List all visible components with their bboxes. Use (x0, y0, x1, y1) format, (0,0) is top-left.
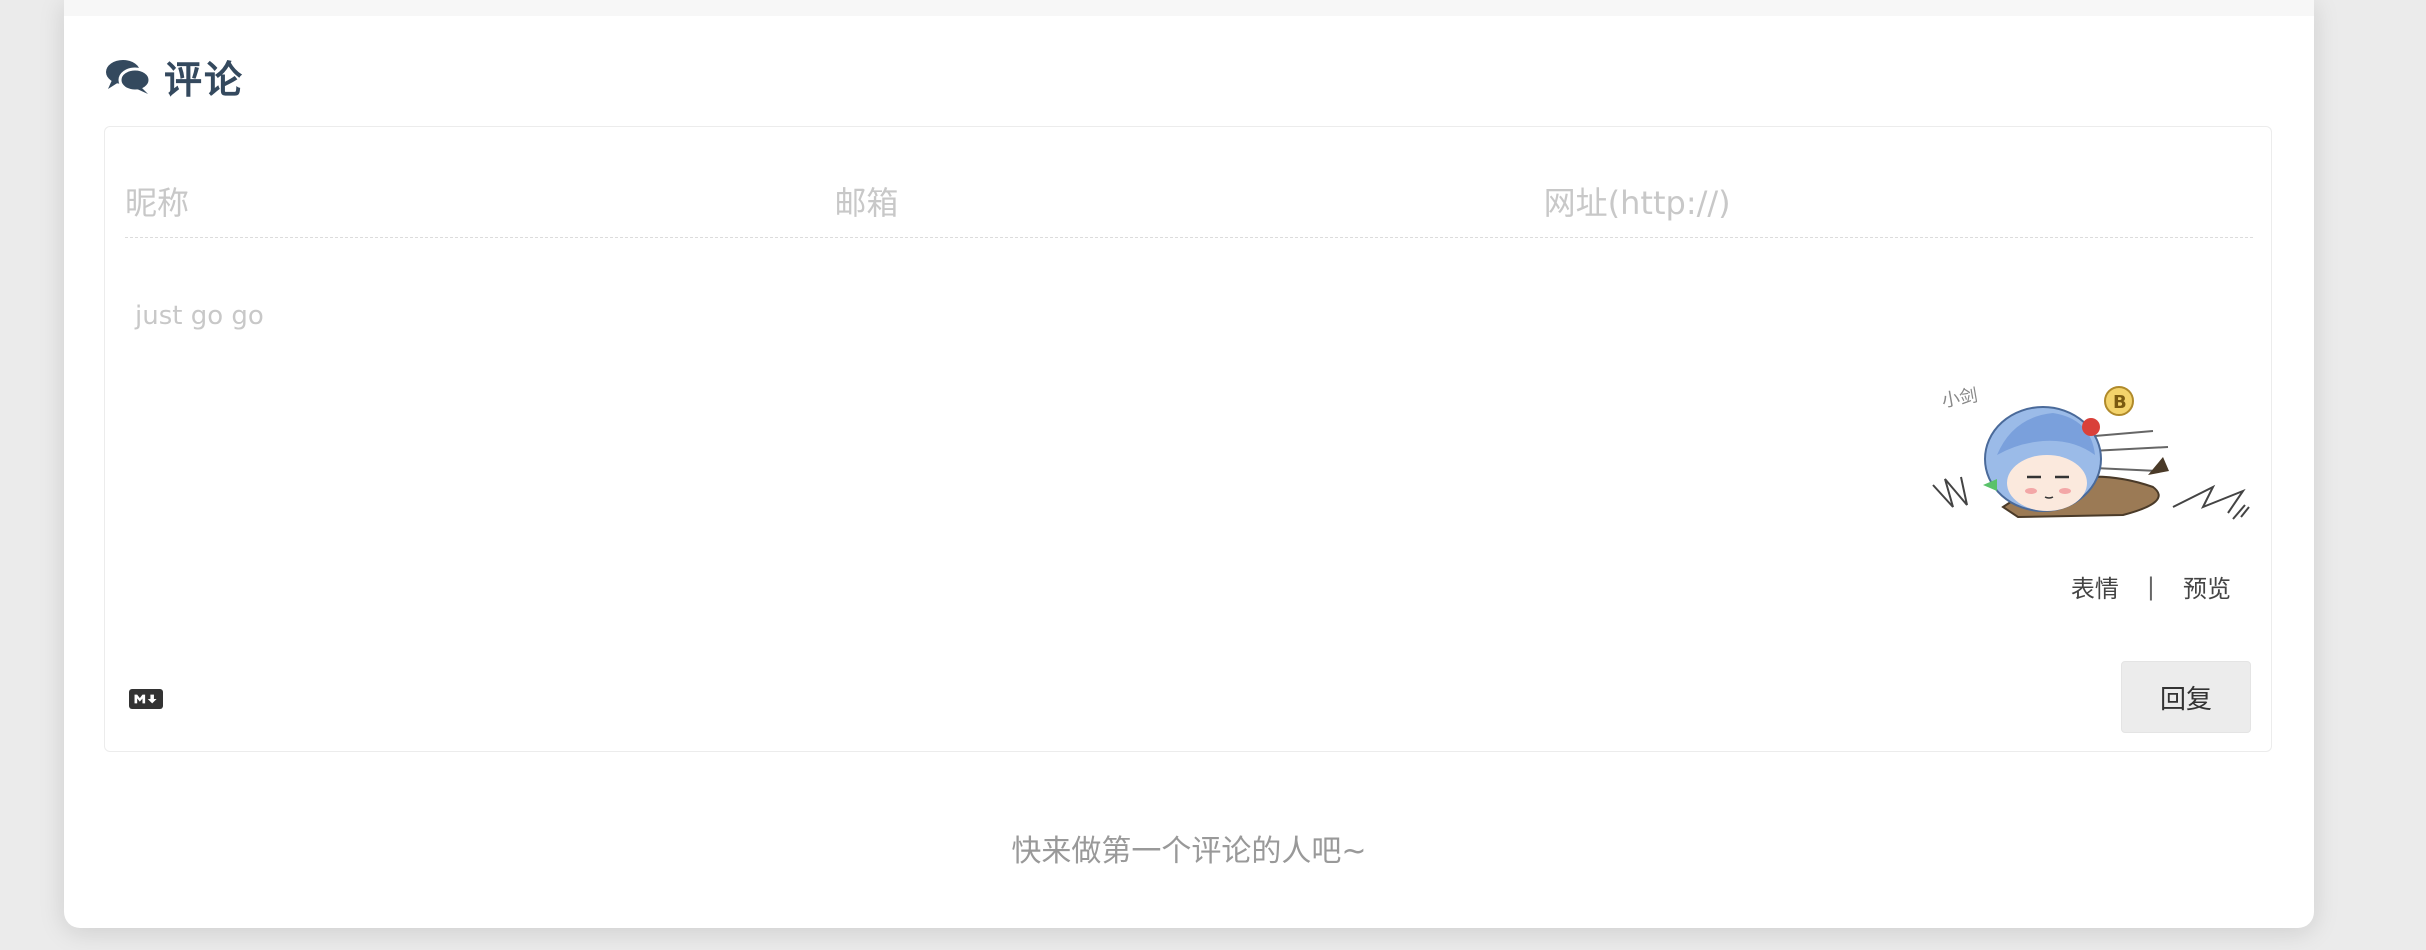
mascot-badge-text: B (2113, 392, 2127, 413)
website-input[interactable] (1543, 173, 2253, 233)
reply-button[interactable]: 回复 (2121, 661, 2251, 733)
comment-form: 小剑 B 表情 (104, 126, 2272, 752)
card-top-strip (64, 0, 2314, 16)
comments-title: 评论 (164, 57, 245, 102)
nickname-input[interactable] (125, 173, 835, 233)
markdown-icon[interactable] (129, 689, 163, 709)
comments-card: 评论 小剑 B (64, 0, 2314, 928)
comments-icon (106, 60, 152, 94)
email-input[interactable] (834, 173, 1544, 233)
empty-comments-message: 快来做第一个评论的人吧~ (1011, 834, 1367, 869)
tools-separator: | (2146, 572, 2155, 601)
comments-heading: 评论 (104, 52, 244, 102)
markdown-glyph (134, 694, 157, 704)
editor-tools: 表情 | 预览 (2071, 569, 2231, 604)
emoji-toggle[interactable]: 表情 (2071, 569, 2119, 604)
comment-meta-fields (125, 173, 2253, 238)
mascot-image: 小剑 B (1932, 385, 2250, 520)
preview-toggle[interactable]: 预览 (2183, 569, 2231, 604)
mascot-doodle-text: 小剑 (1940, 385, 1979, 412)
